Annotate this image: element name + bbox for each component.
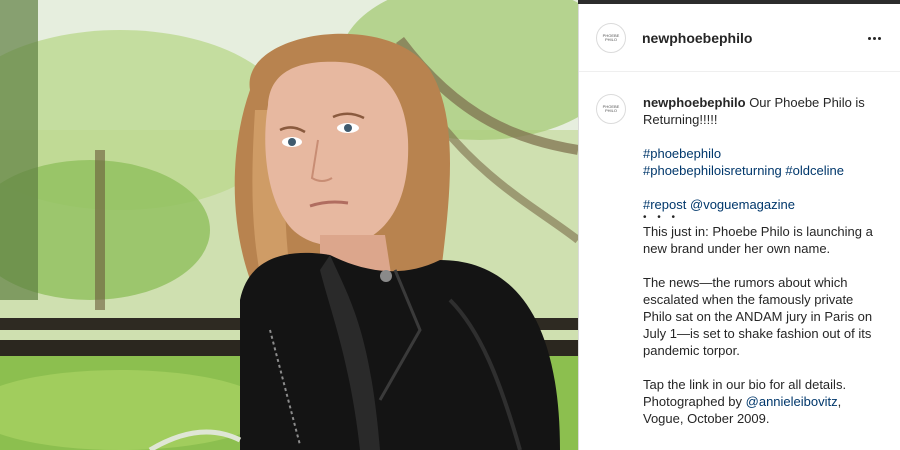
hashtag-link[interactable]: #oldceline [785, 163, 844, 178]
hashtag-link[interactable]: #phoebephilo [643, 146, 721, 161]
portrait-photo [0, 0, 578, 450]
caption-hashtags: #phoebephilo #phoebephiloisreturning #ol… [643, 145, 883, 179]
caption-paragraph-1: This just in: Phoebe Philo is launching … [643, 224, 873, 256]
mention-link[interactable]: @annieleibovitz [746, 394, 838, 409]
hashtag-link[interactable]: #repost [643, 197, 686, 212]
caption-username[interactable]: newphoebephilo [643, 95, 746, 110]
author-username[interactable]: newphoebephilo [642, 30, 752, 46]
hashtag-link[interactable]: #phoebephiloisreturning [643, 163, 782, 178]
caption-paragraph-3: Tap the link in our bio for all details.… [643, 376, 883, 427]
avatar-logo-text: PHOEBE PHILO [602, 32, 620, 42]
post-image[interactable] [0, 0, 578, 450]
caption-repost-line: #repost @voguemagazine [643, 196, 883, 213]
caption-body: newphoebephilo Our Phoebe Philo is Retur… [643, 94, 883, 444]
author-avatar[interactable]: PHOEBE PHILO [596, 23, 626, 53]
mention-link[interactable]: @voguemagazine [690, 197, 795, 212]
more-horizontal-icon[interactable] [868, 30, 886, 44]
post-side-panel: PHOEBE PHILO newphoebephilo PHOEBE PHILO… [578, 4, 900, 450]
avatar-logo-text: PHOEBE PHILO [602, 103, 620, 113]
caption-paragraph-2: The news—the rumors about which escalate… [643, 275, 873, 358]
post-header: PHOEBE PHILO newphoebephilo [579, 4, 900, 72]
caption-scrollbar[interactable] [896, 79, 900, 439]
caption-author-avatar[interactable]: PHOEBE PHILO [596, 94, 626, 124]
caption-intro-line: newphoebephilo Our Phoebe Philo is Retur… [643, 94, 883, 128]
caption-separator-dots: • • • [643, 212, 680, 223]
